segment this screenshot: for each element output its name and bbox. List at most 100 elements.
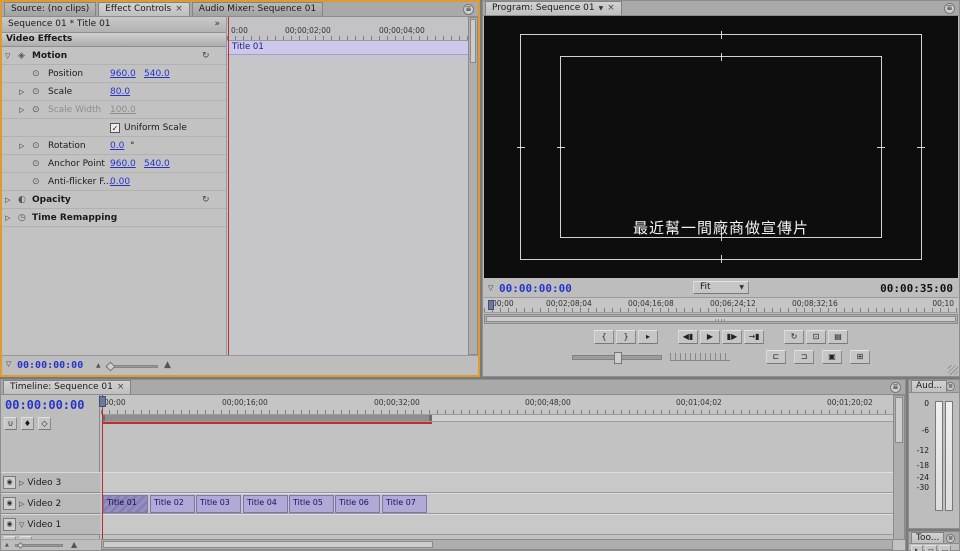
twirl-closed-icon[interactable]: ▷ bbox=[5, 209, 10, 227]
twirl-open-icon[interactable]: ▽ bbox=[19, 521, 24, 529]
mini-timeline-ruler[interactable]: 0:00 00;00;02;00 00;00;04;00 bbox=[227, 17, 468, 41]
sequence-dropdown-icon[interactable]: ▼ bbox=[599, 2, 604, 15]
clip-title-06[interactable]: Title 06 bbox=[335, 495, 380, 513]
video3-lane[interactable] bbox=[101, 472, 893, 493]
effect-controls-timecode[interactable]: 00:00:00:00 bbox=[17, 360, 83, 371]
step-forward-button[interactable]: ▮▶ bbox=[722, 330, 742, 344]
twirl-closed-icon[interactable]: ▷ bbox=[19, 83, 24, 101]
program-view-area-bar[interactable] bbox=[484, 314, 958, 324]
timeline-ruler[interactable]: 00;00 00;00;16;00 00;00;32;00 00;00;48;0… bbox=[101, 395, 893, 415]
output-button[interactable]: ▤ bbox=[828, 330, 848, 344]
effect-row-time-remapping[interactable]: ▷ ◷ Time Remapping bbox=[2, 209, 226, 227]
jog-disk[interactable] bbox=[670, 353, 730, 361]
twirl-closed-icon[interactable]: ▷ bbox=[19, 500, 24, 508]
close-icon[interactable]: × bbox=[175, 3, 183, 16]
video-effects-section-header[interactable]: Video Effects bbox=[2, 33, 226, 47]
shuttle-thumb[interactable] bbox=[614, 352, 622, 364]
program-cti-head[interactable] bbox=[488, 300, 494, 310]
effect-row-motion[interactable]: ▽ ◈ Motion ↻ bbox=[2, 47, 226, 65]
snap-icon[interactable]: ∪ bbox=[4, 417, 17, 430]
zoom-in-icon[interactable]: ▲ bbox=[164, 360, 171, 370]
track-select-tool-button[interactable]: ◻ bbox=[925, 545, 937, 551]
go-to-in-button[interactable]: { bbox=[594, 330, 614, 344]
export-frame-button[interactable]: ▣ bbox=[822, 350, 842, 364]
twirl-closed-icon[interactable]: ▷ bbox=[5, 191, 10, 209]
play-button[interactable]: ▶ bbox=[700, 330, 720, 344]
tab-audio-meters[interactable]: Aud... bbox=[911, 380, 947, 392]
zoom-out-icon[interactable]: ▲ bbox=[96, 362, 101, 369]
clip-title-05[interactable]: Title 05 bbox=[289, 495, 334, 513]
panel-menu-icon[interactable]: ≣ bbox=[946, 534, 955, 543]
rotation-value[interactable]: 0.0 bbox=[110, 137, 124, 155]
current-time-indicator[interactable] bbox=[102, 395, 103, 541]
timeline-vscrollbar[interactable] bbox=[893, 395, 905, 540]
selection-tool-button[interactable]: ↖ bbox=[911, 545, 923, 551]
stopwatch-icon[interactable]: ⊙ bbox=[32, 155, 40, 173]
effect-row-opacity[interactable]: ▷ ◐ Opacity ↻ bbox=[2, 191, 226, 209]
timeline-hscrollbar[interactable] bbox=[101, 539, 893, 550]
loop-button[interactable]: ↻ bbox=[784, 330, 804, 344]
clip-title-02[interactable]: Title 02 bbox=[150, 495, 195, 513]
track-header-video2[interactable]: ◉ ▷ Video 2 bbox=[1, 493, 100, 514]
go-to-out-button[interactable]: } bbox=[616, 330, 636, 344]
panel-menu-icon[interactable]: ≣ bbox=[463, 4, 474, 15]
video1-lane[interactable] bbox=[101, 514, 893, 535]
zoom-in-icon[interactable]: ▲ bbox=[71, 540, 77, 549]
tab-timeline[interactable]: Timeline: Sequence 01 × bbox=[3, 380, 131, 394]
step-back-button[interactable]: ◀▮ bbox=[678, 330, 698, 344]
tab-audio-mixer[interactable]: Audio Mixer: Sequence 01 bbox=[192, 2, 323, 16]
stopwatch-icon[interactable]: ⊙ bbox=[32, 65, 40, 83]
panel-menu-icon[interactable]: ≣ bbox=[946, 382, 955, 391]
lift-button[interactable]: ⊏ bbox=[766, 350, 786, 364]
cti-head[interactable] bbox=[99, 396, 106, 407]
trim-button[interactable]: ⊞ bbox=[850, 350, 870, 364]
anchor-y-value[interactable]: 540.0 bbox=[144, 155, 170, 173]
anchor-x-value[interactable]: 960.0 bbox=[110, 155, 136, 173]
clip-title-03[interactable]: Title 03 bbox=[196, 495, 241, 513]
uniform-scale-checkbox[interactable]: ✓ bbox=[110, 123, 120, 133]
stopwatch-icon[interactable]: ⊙ bbox=[32, 83, 40, 101]
program-monitor-viewport[interactable]: 最近幫一間廠商做宣傳片 bbox=[484, 16, 958, 278]
eye-icon[interactable]: ◉ bbox=[3, 518, 16, 531]
zoom-out-icon[interactable]: ▲ bbox=[5, 542, 9, 548]
anti-flicker-value[interactable]: 0.00 bbox=[110, 173, 130, 191]
resize-grip[interactable] bbox=[948, 365, 958, 375]
clip-title-07[interactable]: Title 07 bbox=[382, 495, 427, 513]
tab-source[interactable]: Source: (no clips) bbox=[4, 2, 96, 16]
track-header-video1[interactable]: ◉ ▽ Video 1 bbox=[1, 514, 100, 535]
tab-effect-controls[interactable]: Effect Controls × bbox=[98, 2, 190, 16]
reset-button[interactable]: ↻ bbox=[202, 191, 210, 209]
program-current-timecode[interactable]: 00:00:00:00 bbox=[499, 282, 572, 295]
stopwatch-icon[interactable]: ⊙ bbox=[32, 137, 40, 155]
razor-tool-button[interactable]: ▭ bbox=[939, 545, 951, 551]
view-area-thumb[interactable] bbox=[486, 316, 956, 322]
close-icon[interactable]: × bbox=[117, 381, 125, 394]
program-ruler[interactable]: 00;00 00;02;08;04 00;04;16;08 00;06;24;1… bbox=[484, 297, 958, 313]
clip-title-01[interactable]: Title 01 bbox=[103, 495, 148, 513]
position-y-value[interactable]: 540.0 bbox=[144, 65, 170, 83]
zoom-slider-thumb[interactable] bbox=[17, 542, 24, 549]
work-area-bar[interactable] bbox=[102, 415, 432, 421]
twirl-closed-icon[interactable]: ▷ bbox=[19, 137, 24, 155]
zoom-slider[interactable] bbox=[106, 365, 158, 368]
zoom-slider[interactable] bbox=[15, 544, 63, 547]
scrollbar-thumb[interactable] bbox=[470, 19, 476, 63]
eye-icon[interactable]: ◉ bbox=[3, 476, 16, 489]
fit-dropdown[interactable]: Fit ▼ bbox=[693, 281, 749, 294]
twirl-closed-icon[interactable]: ▷ bbox=[19, 479, 24, 487]
eye-icon[interactable]: ◉ bbox=[3, 497, 16, 510]
scale-value[interactable]: 80.0 bbox=[110, 83, 130, 101]
scrollbar-thumb[interactable] bbox=[103, 541, 433, 548]
marker-icon[interactable]: ◇ bbox=[38, 417, 51, 430]
play-in-to-out-button[interactable]: ▸ bbox=[638, 330, 658, 344]
timeline-timecode[interactable]: 00:00:00:00 bbox=[5, 398, 84, 412]
scrollbar-thumb[interactable] bbox=[895, 397, 903, 443]
shuttle-slider[interactable] bbox=[572, 355, 662, 360]
reset-button[interactable]: ↻ bbox=[202, 47, 210, 65]
close-icon[interactable]: × bbox=[607, 2, 615, 15]
twirl-open-icon[interactable]: ▽ bbox=[5, 47, 10, 65]
zoom-slider-thumb[interactable] bbox=[106, 362, 116, 372]
effect-controls-vscrollbar[interactable] bbox=[468, 17, 478, 355]
encore-chapter-marker-icon[interactable]: ♦ bbox=[21, 417, 34, 430]
video2-lane[interactable]: Title 01 Title 02 Title 03 Title 04 Titl… bbox=[101, 493, 893, 514]
